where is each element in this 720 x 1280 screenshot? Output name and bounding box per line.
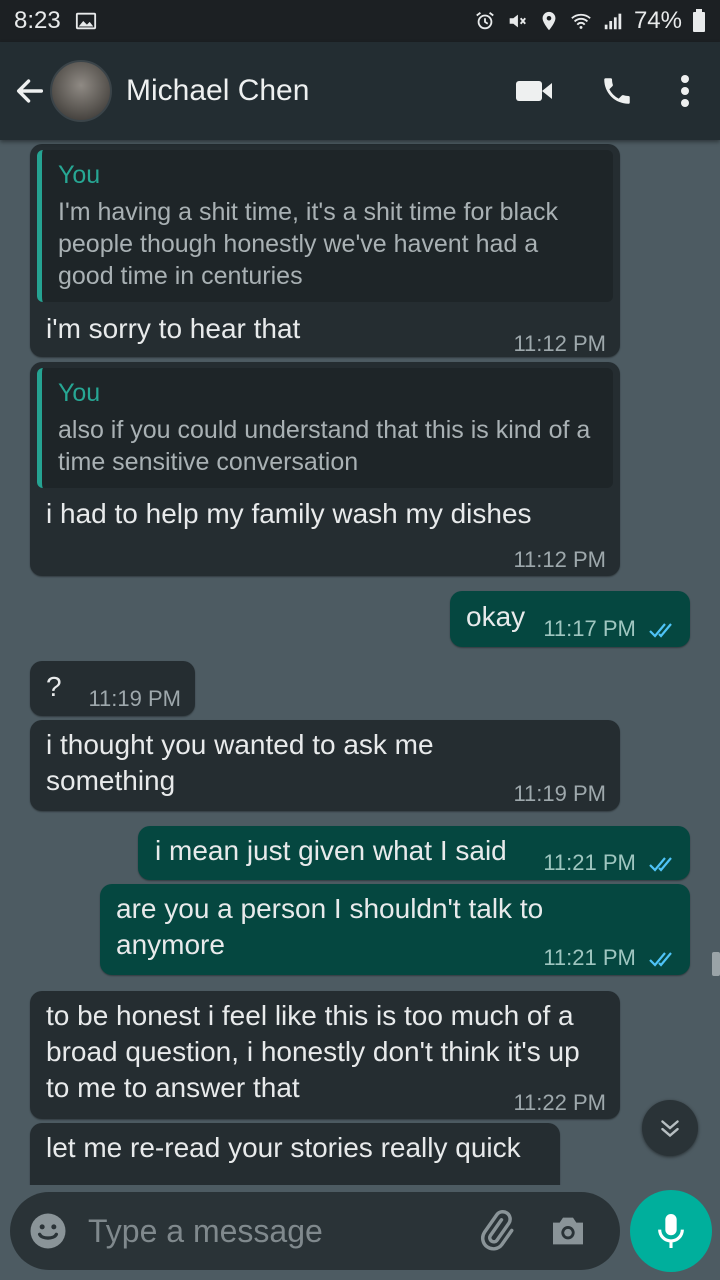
message-text: okay bbox=[466, 601, 526, 632]
quoted-message[interactable]: You also if you could understand that th… bbox=[37, 368, 613, 488]
quoted-sender: You bbox=[58, 161, 101, 189]
scrollbar-thumb[interactable] bbox=[712, 952, 720, 976]
message-bubble-incoming[interactable]: ? 11:19 PM bbox=[30, 661, 195, 716]
message-bubble-incoming[interactable]: to be honest i feel like this is too muc… bbox=[30, 991, 620, 1119]
message-text: ? bbox=[46, 671, 62, 702]
message-text: i had to help my family wash my dishes bbox=[46, 498, 532, 529]
double-check-icon bbox=[649, 623, 672, 638]
message-list[interactable]: You I'm having a shit time, it's a shit … bbox=[0, 140, 720, 1185]
alarm-icon bbox=[476, 12, 494, 30]
message-time: 11:22 PM bbox=[453, 1177, 546, 1185]
message-bubble-outgoing[interactable]: i mean just given what I said 11:21 PM bbox=[138, 826, 690, 880]
message-text: i'm sorry to hear that bbox=[46, 313, 301, 344]
message-bubble-outgoing[interactable]: okay 11:17 PM bbox=[450, 591, 690, 647]
message-time: 11:12 PM bbox=[513, 547, 606, 572]
battery-icon bbox=[693, 9, 705, 32]
battery-percent: 74% bbox=[633, 7, 682, 34]
composer bbox=[10, 1192, 620, 1270]
double-check-icon bbox=[649, 857, 672, 872]
chat-header: Michael Chen bbox=[0, 42, 720, 140]
scroll-down-icon bbox=[661, 1120, 679, 1138]
voice-message-button[interactable] bbox=[630, 1190, 712, 1272]
message-input[interactable] bbox=[88, 1212, 468, 1250]
message-bubble-incoming[interactable]: You also if you could understand that th… bbox=[30, 362, 620, 576]
scroll-to-bottom-button[interactable] bbox=[642, 1100, 698, 1156]
message-text: i mean just given what I said bbox=[155, 835, 507, 866]
signal-icon bbox=[604, 13, 622, 30]
quoted-text: also if you could understand that this i… bbox=[58, 416, 591, 476]
avatar[interactable] bbox=[50, 60, 112, 122]
message-time: 11:17 PM bbox=[543, 611, 676, 647]
message-text: i thought you wanted to ask me something bbox=[46, 729, 434, 796]
message-time: 11:12 PM bbox=[513, 331, 606, 356]
wifi-icon bbox=[571, 13, 591, 29]
quoted-sender: You bbox=[58, 379, 101, 407]
gallery-notification-icon bbox=[75, 12, 96, 30]
status-bar: 8:23 74% bbox=[0, 0, 720, 42]
back-arrow-icon bbox=[16, 79, 44, 103]
message-time: 11:19 PM bbox=[513, 781, 606, 806]
message-time: 11:22 PM bbox=[513, 1090, 606, 1115]
status-time: 8:23 bbox=[14, 7, 61, 34]
message-bubble-incoming[interactable]: let me re-read your stories really quick… bbox=[30, 1123, 560, 1185]
attach-icon[interactable] bbox=[474, 1209, 518, 1253]
camera-icon[interactable] bbox=[548, 1211, 588, 1251]
message-text: are you a person I shouldn't talk to any… bbox=[116, 893, 544, 960]
message-bubble-incoming[interactable]: i thought you wanted to ask me something… bbox=[30, 720, 620, 811]
phone-icon[interactable] bbox=[600, 74, 634, 108]
message-time: 11:21 PM bbox=[543, 940, 676, 976]
location-icon bbox=[542, 11, 556, 31]
message-time: 11:19 PM bbox=[88, 686, 181, 711]
mic-icon bbox=[658, 1214, 684, 1248]
video-call-icon[interactable] bbox=[514, 77, 554, 105]
message-text: let me re-read your stories really quick bbox=[46, 1132, 521, 1163]
quoted-text: I'm having a shit time, it's a shit time… bbox=[58, 198, 558, 290]
message-bubble-incoming[interactable]: You I'm having a shit time, it's a shit … bbox=[30, 144, 620, 357]
emoji-icon[interactable] bbox=[28, 1211, 68, 1251]
more-options-icon[interactable] bbox=[680, 74, 690, 108]
message-time: 11:21 PM bbox=[543, 845, 676, 881]
quoted-message[interactable]: You I'm having a shit time, it's a shit … bbox=[37, 150, 613, 302]
contact-name[interactable]: Michael Chen bbox=[126, 74, 309, 108]
back-button[interactable] bbox=[10, 71, 50, 111]
double-check-icon bbox=[649, 952, 672, 967]
message-bubble-outgoing[interactable]: are you a person I shouldn't talk to any… bbox=[100, 884, 690, 975]
mute-icon bbox=[509, 14, 526, 28]
